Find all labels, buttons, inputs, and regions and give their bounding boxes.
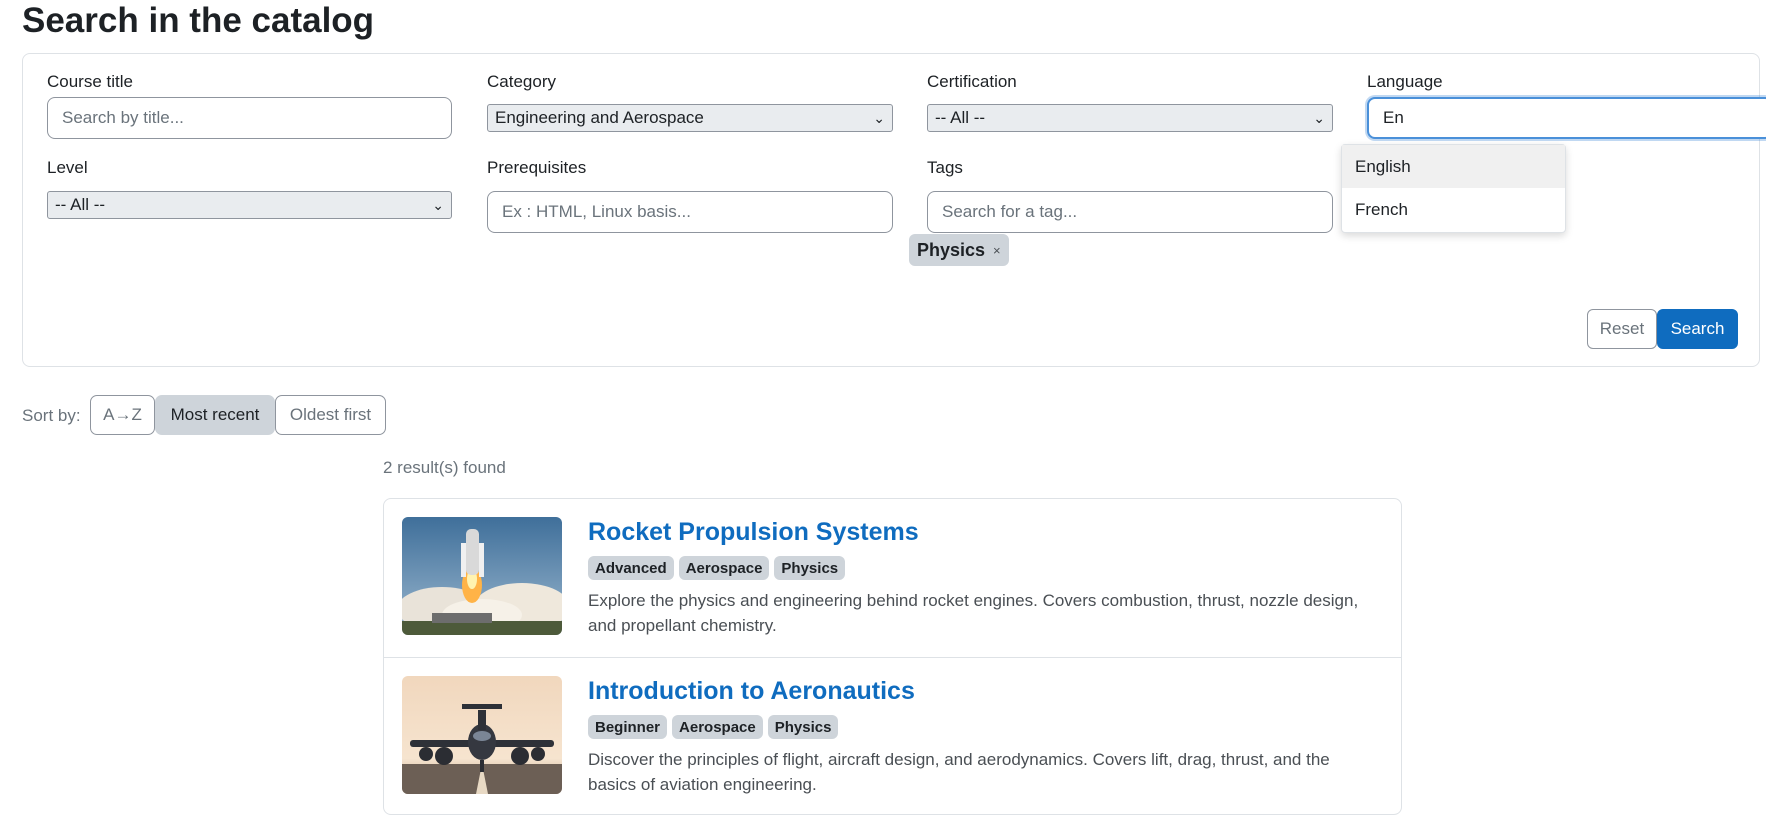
- tag-badge: Aerospace: [672, 715, 763, 739]
- language-option-french[interactable]: French: [1342, 188, 1565, 231]
- results-list: Rocket Propulsion Systems Advanced Aeros…: [383, 498, 1402, 815]
- certification-label: Certification: [927, 72, 1017, 91]
- sort-oldest-first-button[interactable]: Oldest first: [275, 395, 386, 435]
- tag-badge: Aerospace: [678, 556, 770, 580]
- course-description: Explore the physics and engineering behi…: [588, 591, 1359, 635]
- certification-select[interactable]: -- All -- ⌄: [927, 104, 1333, 132]
- level-label: Level: [47, 158, 88, 177]
- chevron-down-icon: ⌄: [873, 110, 885, 126]
- language-suggestions: English French: [1341, 144, 1566, 233]
- course-title-label: Course title: [47, 72, 133, 91]
- rocket-launch-illustration: [402, 517, 562, 635]
- sort-az-button[interactable]: A→Z: [90, 395, 155, 435]
- course-title-link[interactable]: Introduction to Aeronautics: [588, 676, 915, 706]
- tags-input[interactable]: [927, 191, 1333, 233]
- course-badges: Beginner Aerospace Physics: [588, 715, 839, 739]
- course-card: Rocket Propulsion Systems Advanced Aeros…: [384, 499, 1401, 657]
- certification-selected-value: -- All --: [935, 108, 986, 127]
- course-card: Introduction to Aeronautics Beginner Aer…: [384, 657, 1401, 815]
- tags-label: Tags: [927, 158, 963, 177]
- prerequisites-input[interactable]: [487, 191, 893, 233]
- level-selected-value: -- All --: [55, 195, 106, 214]
- prerequisites-label: Prerequisites: [487, 158, 587, 177]
- level-badge: Advanced: [588, 556, 674, 580]
- course-title-link[interactable]: Rocket Propulsion Systems: [588, 517, 919, 547]
- category-label: Category: [487, 72, 556, 91]
- sort-most-recent-button[interactable]: Most recent: [155, 395, 275, 435]
- rocket-launch-image[interactable]: [402, 517, 562, 635]
- category-selected-value: Engineering and Aerospace: [495, 108, 704, 127]
- tag-badge: Physics: [774, 556, 846, 580]
- category-select[interactable]: Engineering and Aerospace ⌄: [487, 104, 893, 132]
- course-description: Discover the principles of flight, aircr…: [588, 750, 1330, 794]
- language-label: Language: [1367, 72, 1443, 91]
- chevron-down-icon: ⌄: [1313, 110, 1325, 126]
- level-badge: Beginner: [588, 715, 668, 739]
- results-count: 2 result(s) found: [383, 458, 506, 477]
- selected-tag-chip: Physics ×: [909, 234, 1009, 266]
- tag-badge: Physics: [767, 715, 839, 739]
- language-option-english[interactable]: English: [1342, 145, 1565, 188]
- reset-button[interactable]: Reset: [1587, 309, 1657, 349]
- airplane-runway-image[interactable]: [402, 676, 562, 794]
- remove-tag-icon[interactable]: ×: [993, 243, 1001, 258]
- course-title-input[interactable]: [47, 97, 452, 139]
- level-select[interactable]: -- All -- ⌄: [47, 191, 452, 219]
- selected-tag-label: Physics: [917, 239, 986, 260]
- chevron-down-icon: ⌄: [432, 197, 444, 213]
- sort-label: Sort by:: [22, 406, 81, 425]
- page-title: Search in the catalog: [22, 1, 375, 40]
- search-button[interactable]: Search: [1657, 309, 1738, 349]
- language-input[interactable]: [1367, 97, 1766, 139]
- course-badges: Advanced Aerospace Physics: [588, 556, 846, 580]
- airplane-runway-illustration: [402, 676, 562, 794]
